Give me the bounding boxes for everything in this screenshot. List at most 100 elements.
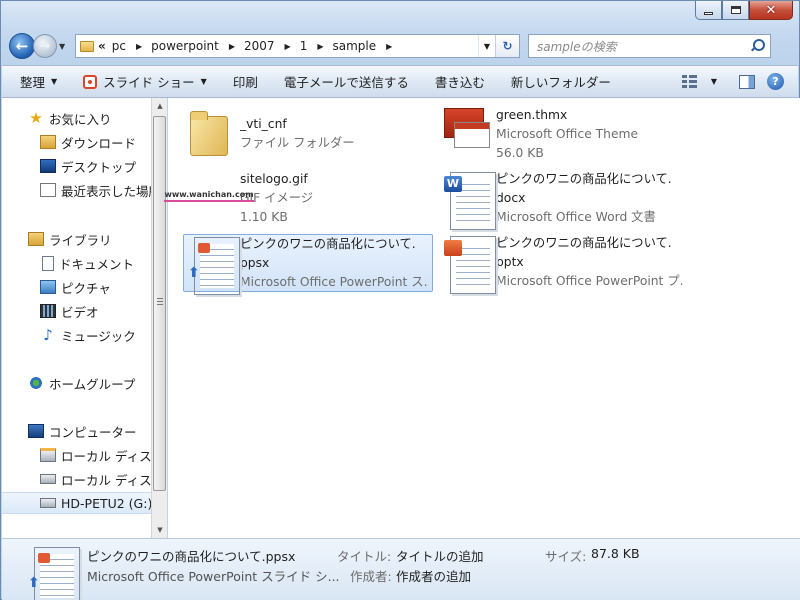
file-item-vti-cnf[interactable]: _vti_cnf ファイル フォルダー	[184, 106, 434, 164]
file-item-sitelogo-gif[interactable]: www.wanichan.com sitelogo.gif GIF イメージ 1…	[164, 170, 434, 228]
sidebar-label: お気に入り	[49, 111, 112, 127]
refresh-icon: ↻	[502, 39, 513, 53]
sidebar-item-favorites[interactable]: ★ お気に入り	[2, 107, 151, 129]
sidebar-item-homegroup[interactable]: ホームグループ	[2, 372, 151, 394]
powerpoint-presentation-icon	[440, 234, 496, 294]
sidebar-item-desktop[interactable]: デスクトップ	[2, 155, 151, 177]
sidebar-item-computer[interactable]: コンピューター	[2, 420, 151, 442]
folder-icon	[80, 40, 94, 52]
sidebar-label: 最近表示した場所	[61, 183, 151, 199]
breadcrumb-separator-icon[interactable]: ▶	[136, 42, 142, 51]
file-name: green.thmx	[496, 108, 568, 122]
file-text: ピンクのワニの商品化について. pptx Microsoft Office Po…	[496, 234, 684, 292]
refresh-button[interactable]: ↻	[495, 35, 519, 57]
print-button[interactable]: 印刷	[233, 72, 258, 91]
file-type: ファイル フォルダー	[240, 136, 355, 150]
file-name: ピンクのワニの商品化について.	[496, 172, 672, 186]
back-button[interactable]: ←	[9, 33, 35, 59]
maximize-button[interactable]	[722, 1, 749, 20]
music-note-icon: ♪	[43, 326, 53, 344]
close-button[interactable]: ✕	[749, 1, 793, 20]
video-icon	[40, 304, 56, 318]
scroll-up-icon[interactable]: ▲	[152, 98, 168, 114]
downloads-folder-icon	[40, 135, 56, 149]
file-item-docx[interactable]: ピンクのワニの商品化について. docx Microsoft Office Wo…	[440, 170, 690, 230]
search-input[interactable]: sampleの検索	[537, 38, 617, 55]
history-dropdown[interactable]: ▼	[59, 42, 69, 51]
file-name: _vti_cnf	[240, 117, 287, 131]
folder-icon	[184, 106, 234, 158]
minimize-button[interactable]	[695, 1, 722, 20]
breadcrumb-sample[interactable]: sample	[333, 39, 377, 53]
recent-places-icon	[40, 183, 56, 197]
slideshow-button[interactable]: スライド ショー ▼	[83, 72, 207, 91]
navigation-scrollbar[interactable]: ▲ ▼	[151, 98, 167, 538]
address-bar[interactable]: « pc ▶ powerpoint ▶ 2007 ▶ 1 ▶ sample ▶ …	[75, 34, 520, 58]
details-title-value[interactable]: タイトルの追加	[396, 546, 484, 565]
close-icon: ✕	[765, 2, 777, 18]
file-text: _vti_cnf ファイル フォルダー	[240, 106, 428, 164]
file-item-green-thmx[interactable]: green.thmx Microsoft Office Theme 56.0 K…	[440, 106, 690, 164]
change-view-icon[interactable]	[681, 75, 697, 88]
sidebar-item-videos[interactable]: ビデオ	[2, 300, 151, 322]
back-arrow-icon: ←	[15, 37, 29, 55]
sidebar-item-documents[interactable]: ドキュメント	[2, 252, 151, 274]
file-type: Microsoft Office PowerPoint プ...	[496, 274, 684, 288]
forward-button[interactable]: →	[33, 34, 57, 58]
scroll-down-icon[interactable]: ▼	[152, 522, 168, 538]
view-dropdown-icon[interactable]: ▼	[711, 77, 717, 86]
sidebar-label: HD-PETU2 (G:)	[61, 495, 151, 511]
pictures-icon	[40, 280, 56, 294]
breadcrumb-separator-icon[interactable]: ▶	[229, 42, 235, 51]
burn-button[interactable]: 書き込む	[435, 72, 485, 91]
breadcrumb-1[interactable]: 1	[300, 39, 308, 53]
breadcrumb-separator-icon[interactable]: ▶	[285, 42, 291, 51]
sidebar-item-drive-g[interactable]: HD-PETU2 (G:)	[2, 492, 151, 514]
file-extension: docx	[496, 191, 526, 205]
forward-arrow-icon: →	[39, 38, 51, 54]
sidebar-item-local-disk-c[interactable]: ローカル ディスク	[2, 444, 151, 466]
file-item-ppsx[interactable]: ⬆ ピンクのワニの商品化について. ppsx Microsoft Office …	[183, 234, 433, 295]
file-size: 56.0 KB	[496, 146, 544, 160]
scroll-thumb[interactable]	[153, 116, 166, 491]
preview-pane-icon[interactable]	[739, 74, 755, 89]
address-overflow[interactable]: «	[98, 39, 106, 53]
breadcrumb-separator-icon[interactable]: ▶	[317, 42, 323, 51]
details-filename: ピンクのワニの商品化について.ppsx	[87, 549, 296, 564]
sidebar-item-local-disk-d[interactable]: ローカル ディスク	[2, 468, 151, 490]
sidebar-item-pictures[interactable]: ピクチャ	[2, 276, 151, 298]
breadcrumb-powerpoint[interactable]: powerpoint	[151, 39, 219, 53]
sidebar-item-music[interactable]: ♪ ミュージック	[2, 324, 151, 346]
details-size-label: サイズ:	[545, 549, 587, 564]
new-folder-button[interactable]: 新しいフォルダー	[511, 72, 611, 91]
sidebar-label: デスクトップ	[61, 159, 137, 175]
details-author-value[interactable]: 作成者の追加	[396, 566, 471, 585]
sidebar-label: ローカル ディスク	[61, 448, 151, 464]
breadcrumb-pc[interactable]: pc	[112, 39, 126, 53]
file-item-pptx[interactable]: ピンクのワニの商品化について. pptx Microsoft Office Po…	[440, 234, 690, 294]
sidebar-item-recent[interactable]: 最近表示した場所	[2, 179, 151, 201]
search-box[interactable]: sampleの検索	[528, 34, 771, 58]
details-filetype: Microsoft Office PowerPoint スライド シ...	[87, 569, 340, 584]
address-dropdown[interactable]: ▼	[479, 42, 495, 51]
file-name: sitelogo.gif	[240, 172, 308, 186]
sidebar-item-downloads[interactable]: ダウンロード	[2, 131, 151, 153]
breadcrumb-separator-icon[interactable]: ▶	[386, 42, 392, 51]
computer-icon	[28, 424, 44, 438]
email-button[interactable]: 電子メールで送信する	[284, 72, 409, 91]
search-icon[interactable]	[750, 39, 765, 53]
sidebar-label: ピクチャ	[61, 280, 111, 296]
sidebar-item-libraries[interactable]: ライブラリ	[2, 228, 151, 250]
toolbar-right: ▼ ?	[681, 73, 798, 90]
details-size-value: 87.8 KB	[591, 546, 640, 561]
homegroup-icon	[28, 376, 44, 390]
shortcut-arrow-icon: ⬆	[188, 265, 200, 281]
breadcrumb-2007[interactable]: 2007	[244, 39, 275, 53]
navigation-pane: ★ お気に入り ダウンロード デスクトップ 最近表示した場所 ライブラリ ドキュメ…	[2, 98, 151, 538]
slideshow-label: スライド ショー	[103, 75, 195, 90]
office-theme-icon	[440, 106, 490, 158]
sidebar-label: ミュージック	[61, 328, 136, 344]
help-icon[interactable]: ?	[767, 73, 784, 90]
organize-button[interactable]: 整理 ▼	[20, 72, 57, 91]
sidebar-label: ローカル ディスク	[61, 472, 151, 488]
